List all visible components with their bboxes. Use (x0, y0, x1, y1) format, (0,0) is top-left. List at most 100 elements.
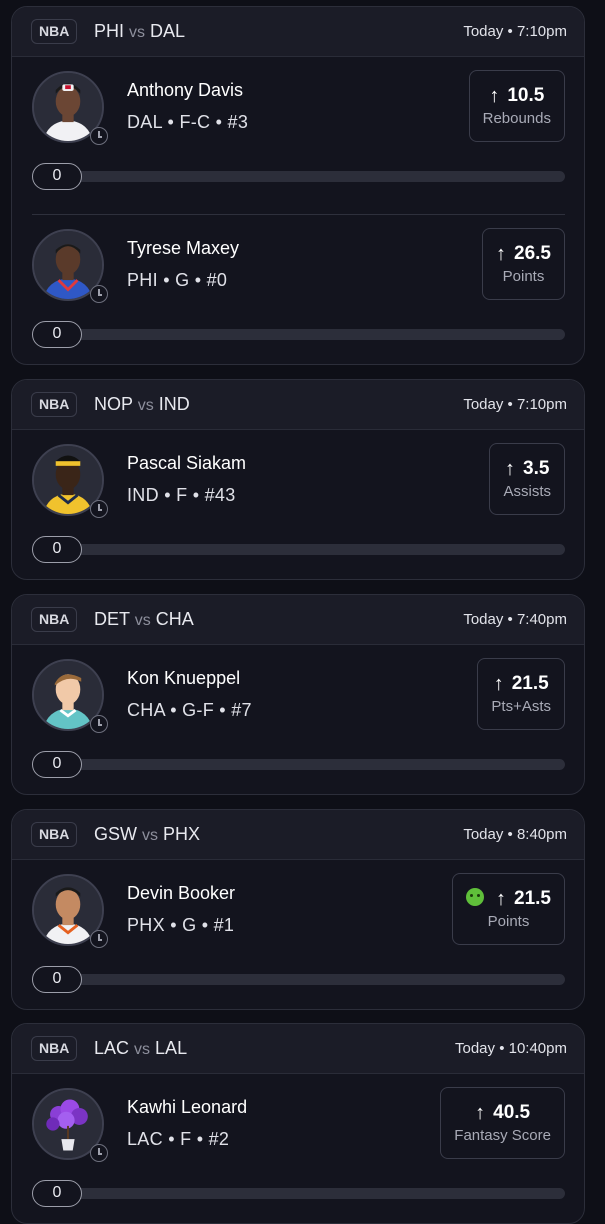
arrow-up-icon: ↑ (496, 243, 507, 265)
away-team: DET (94, 609, 130, 629)
progress-value: 0 (32, 163, 82, 190)
away-team: PHI (94, 21, 125, 41)
arrow-up-icon: ↑ (475, 1102, 486, 1124)
progress-bar: 0 (32, 1180, 565, 1208)
prop-line-value: 10.5 (507, 85, 545, 106)
matchup: GSW vs PHX (94, 822, 200, 848)
prop-line-value: 21.5 (514, 888, 551, 909)
clock-icon (90, 930, 108, 948)
progress-track (72, 759, 565, 770)
player-row[interactable]: Devin Booker PHX • G • #1 ↑ 21.5 Points 0 (12, 860, 584, 1009)
matchup: DET vs CHA (94, 607, 194, 633)
progress-value: 0 (32, 1180, 82, 1207)
prop-stat-label: Fantasy Score (454, 1127, 551, 1144)
player-meta: LAC • F • #2 (127, 1129, 230, 1149)
league-badge: NBA (31, 19, 78, 44)
clock-icon (90, 715, 108, 733)
game-header: NBA GSW vs PHX Today • 8:40pm (12, 810, 584, 860)
game-card[interactable]: NBA DET vs CHA Today • 7:40pm Kon Knuepp… (11, 594, 585, 795)
player-name: Kawhi Leonard (127, 1097, 248, 1117)
prop-line-button[interactable]: ↑ 21.5 Pts+Asts (477, 658, 565, 730)
clock-icon (90, 285, 108, 303)
prop-line-button[interactable]: ↑ 40.5 Fantasy Score (440, 1087, 565, 1159)
clock-icon (90, 500, 108, 518)
player-name: Devin Booker (127, 883, 236, 903)
progress-bar: 0 (32, 751, 565, 779)
league-badge: NBA (31, 822, 78, 847)
game-header: NBA LAC vs LAL Today • 10:40pm (12, 1024, 584, 1074)
prop-line-value: 3.5 (523, 458, 550, 479)
game-card[interactable]: NBA LAC vs LAL Today • 10:40pm Kawhi Leo… (11, 1023, 585, 1224)
vs-label: vs (129, 24, 146, 41)
player-meta: DAL • F-C • #3 (127, 112, 249, 132)
player-row[interactable]: Tyrese Maxey PHI • G • #0 ↑ 26.5 Points 0 (12, 215, 584, 364)
game-card[interactable]: NBA NOP vs IND Today • 7:10pm Pascal Sia… (11, 379, 585, 580)
player-name: Anthony Davis (127, 80, 244, 100)
player-meta: PHI • G • #0 (127, 270, 228, 290)
game-time: Today • 7:10pm (463, 396, 567, 413)
prop-stat-label: Pts+Asts (491, 698, 551, 715)
matchup: NOP vs IND (94, 392, 190, 418)
player-row[interactable]: Pascal Siakam IND • F • #43 ↑ 3.5 Assists… (12, 430, 584, 579)
prop-stat-label: Rebounds (482, 110, 551, 127)
progress-value: 0 (32, 536, 82, 563)
matchup: PHI vs DAL (94, 19, 185, 45)
player-row[interactable]: Kawhi Leonard LAC • F • #2 ↑ 40.5 Fantasy… (12, 1074, 584, 1223)
home-team: LAL (155, 1038, 188, 1058)
league-badge: NBA (31, 392, 78, 417)
progress-bar: 0 (32, 536, 565, 564)
player-name: Tyrese Maxey (127, 238, 240, 258)
player-row[interactable]: Kon Knueppel CHA • G-F • #7 ↑ 21.5 Pts+As… (12, 645, 584, 794)
game-card[interactable]: NBA GSW vs PHX Today • 8:40pm Devin Book… (11, 809, 585, 1010)
matchup: LAC vs LAL (94, 1036, 187, 1062)
arrow-up-icon: ↑ (496, 888, 507, 910)
home-team: CHA (155, 609, 194, 629)
league-badge: NBA (31, 607, 78, 632)
progress-track (72, 1188, 565, 1199)
prop-line-button[interactable]: ↑ 10.5 Rebounds (468, 70, 565, 142)
player-row[interactable]: Anthony Davis DAL • F-C • #3 ↑ 10.5 Rebou… (12, 57, 584, 215)
progress-track (72, 974, 565, 985)
game-time: Today • 7:10pm (463, 23, 567, 40)
prop-stat-label: Points (502, 268, 545, 285)
game-card[interactable]: NBA PHI vs DAL Today • 7:10pm Anthony Da… (11, 6, 585, 365)
progress-track (72, 171, 565, 182)
home-team: PHX (163, 824, 201, 844)
progress-bar: 0 (32, 163, 565, 191)
progress-value: 0 (32, 321, 82, 348)
game-header: NBA DET vs CHA Today • 7:40pm (12, 595, 584, 645)
vs-label: vs (137, 397, 154, 414)
game-header: NBA PHI vs DAL Today • 7:10pm (12, 7, 584, 57)
prop-line-button[interactable]: ↑ 21.5 Points (452, 873, 565, 945)
prop-stat-label: Assists (503, 483, 551, 500)
vs-label: vs (142, 827, 159, 844)
game-time: Today • 8:40pm (463, 826, 567, 843)
league-badge: NBA (31, 1036, 78, 1061)
prop-line-value: 40.5 (493, 1102, 531, 1123)
progress-bar: 0 (32, 966, 565, 994)
away-team: NOP (94, 394, 133, 414)
clock-icon (90, 1144, 108, 1162)
progress-value: 0 (32, 966, 82, 993)
home-team: IND (158, 394, 190, 414)
vs-label: vs (134, 612, 151, 629)
prop-stat-label: Points (487, 913, 530, 930)
progress-track (72, 329, 565, 340)
arrow-up-icon: ↑ (489, 85, 500, 107)
prop-line-button[interactable]: ↑ 26.5 Points (482, 228, 565, 300)
prop-line-value: 26.5 (514, 243, 551, 264)
away-team: LAC (94, 1038, 130, 1058)
player-name: Kon Knueppel (127, 668, 241, 688)
vs-label: vs (134, 1041, 151, 1058)
prop-line-value: 21.5 (511, 673, 549, 694)
prop-line-button[interactable]: ↑ 3.5 Assists (489, 443, 565, 515)
away-team: GSW (94, 824, 137, 844)
progress-value: 0 (32, 751, 82, 778)
progress-bar: 0 (32, 321, 565, 349)
progress-track (72, 544, 565, 555)
home-team: DAL (150, 21, 186, 41)
player-meta: PHX • G • #1 (127, 915, 235, 935)
player-meta: CHA • G-F • #7 (127, 700, 252, 720)
clock-icon (90, 127, 108, 145)
player-name: Pascal Siakam (127, 453, 247, 473)
